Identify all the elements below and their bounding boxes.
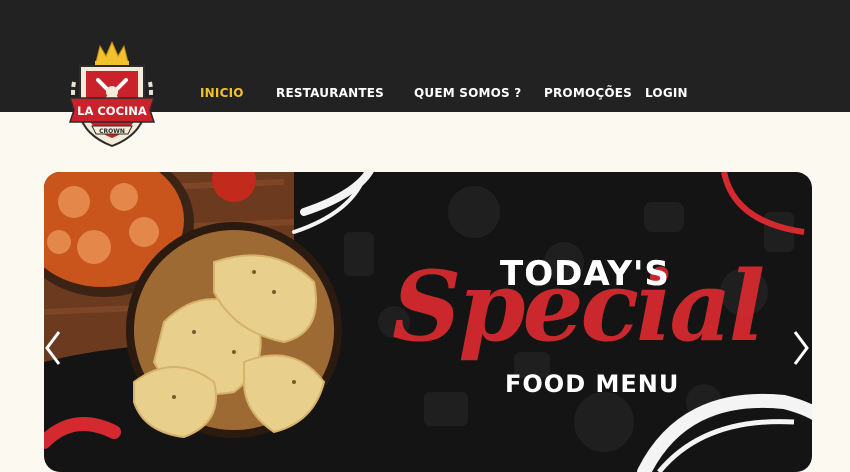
nav-quem-somos[interactable]: QUEM SOMOS ?: [414, 86, 521, 100]
carousel-prev-button[interactable]: [42, 328, 64, 368]
nav-login[interactable]: LOGIN: [645, 86, 688, 100]
nav-promocoes[interactable]: PROMOÇÕES: [544, 86, 632, 100]
carousel-next-button[interactable]: [790, 328, 812, 368]
logo-subtext: CROWN: [99, 128, 125, 135]
chevron-left-icon: [45, 331, 61, 365]
logo-text: LA COCINA: [77, 104, 147, 118]
hero-line-todays-overlay: TODAY'S: [500, 254, 670, 294]
nav-restaurantes[interactable]: RESTAURANTES: [276, 86, 384, 100]
hero-line-food-menu: FOOD MENU: [505, 370, 680, 398]
la-cocina-crown-logo[interactable]: LA COCINA CROWN: [62, 40, 162, 148]
chevron-right-icon: [793, 331, 809, 365]
nav-inicio[interactable]: INICIO: [200, 86, 244, 100]
